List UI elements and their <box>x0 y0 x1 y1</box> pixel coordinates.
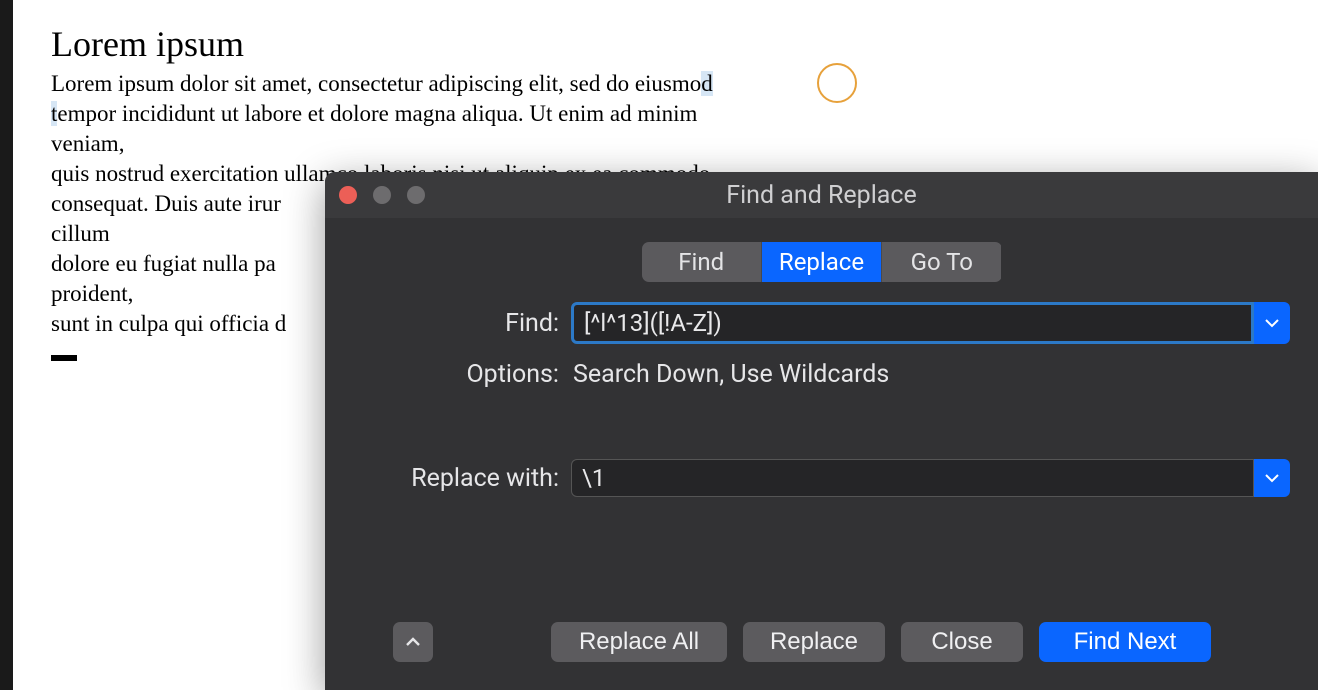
dialog-button-row: Replace All Replace Close Find Next <box>353 622 1290 662</box>
replace-button[interactable]: Replace <box>743 622 885 662</box>
expand-options-button[interactable] <box>393 622 433 662</box>
text-caret <box>51 355 77 361</box>
window-edge <box>0 0 13 690</box>
doc-text: empor incididunt ut labore et dolore mag… <box>57 101 697 126</box>
find-label: Find: <box>353 309 571 338</box>
selection-highlight: d <box>701 71 713 96</box>
maximize-window-button[interactable] <box>407 186 425 204</box>
tab-segmented-control: Find Replace Go To <box>642 242 1002 282</box>
dialog-title: Find and Replace <box>726 181 916 210</box>
doc-text: Lorem ipsum dolor sit amet, consectetur … <box>51 71 701 96</box>
chevron-down-icon <box>1265 318 1279 328</box>
replace-input[interactable] <box>571 459 1254 497</box>
close-window-button[interactable] <box>339 186 357 204</box>
window-controls <box>339 186 425 204</box>
minimize-window-button[interactable] <box>373 186 391 204</box>
find-history-dropdown[interactable] <box>1254 302 1290 344</box>
find-replace-dialog: Find and Replace Find Replace Go To Find… <box>325 172 1318 690</box>
find-next-button[interactable]: Find Next <box>1039 622 1211 662</box>
doc-text: veniam, <box>51 129 1318 159</box>
replace-history-dropdown[interactable] <box>1254 459 1290 497</box>
find-input[interactable] <box>571 302 1254 344</box>
replace-with-label: Replace with: <box>353 464 571 493</box>
chevron-up-icon <box>405 636 421 648</box>
options-value: Search Down, Use Wildcards <box>571 360 889 389</box>
chevron-down-icon <box>1265 473 1279 483</box>
tab-replace[interactable]: Replace <box>762 242 882 282</box>
document-title: Lorem ipsum <box>51 23 1318 65</box>
tab-find[interactable]: Find <box>642 242 762 282</box>
replace-all-button[interactable]: Replace All <box>551 622 727 662</box>
options-label: Options: <box>353 360 571 389</box>
dialog-titlebar[interactable]: Find and Replace <box>325 172 1318 218</box>
close-button[interactable]: Close <box>901 622 1023 662</box>
dialog-body: Find Replace Go To Find: Options: Search… <box>325 218 1318 690</box>
tab-goto[interactable]: Go To <box>882 242 1001 282</box>
